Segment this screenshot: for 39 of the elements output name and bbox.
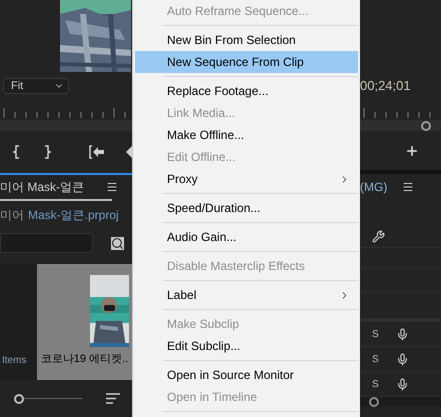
go-to-in-icon[interactable] (88, 145, 104, 159)
menu-item[interactable]: Open in Source Monitor (135, 364, 358, 386)
microphone-icon[interactable] (396, 328, 409, 340)
zoom-dropdown[interactable]: Fit (3, 78, 69, 94)
timecode: 00;24;01 (360, 77, 411, 96)
solo-button[interactable]: S (372, 326, 379, 342)
microphone-icon[interactable] (396, 378, 409, 390)
sort-lines-icon[interactable] (106, 393, 120, 404)
project-path: 미어 (0, 206, 24, 224)
panel-menu-icon[interactable] (106, 181, 118, 193)
scroll-bar[interactable] (360, 397, 441, 407)
menu-item[interactable]: New Bin From Selection (135, 29, 358, 51)
menu-item[interactable]: Audio Gain... (135, 226, 358, 248)
mark-out-icon[interactable] (42, 145, 51, 159)
menu-item[interactable]: New Sequence From Clip (135, 51, 358, 73)
clip-thumbnail-tile[interactable]: 코로나19 에티켓.. (37, 264, 132, 380)
menu-item[interactable]: Proxy (135, 168, 358, 190)
panel-tab-title[interactable]: 미어 Mask-얼큰 (0, 178, 84, 196)
menu-item[interactable]: Replace Footage... (135, 80, 358, 102)
microphone-icon[interactable] (396, 352, 409, 366)
items-label: Items (2, 354, 26, 368)
menu-item[interactable]: Label (135, 284, 358, 306)
search-field[interactable] (0, 233, 93, 253)
panel-menu-icon[interactable] (402, 181, 414, 193)
add-button-icon[interactable] (405, 144, 419, 158)
search-icon[interactable] (111, 236, 124, 250)
panel-tab-title[interactable]: (MG) (360, 178, 388, 196)
wrench-icon[interactable] (372, 230, 385, 243)
solo-button[interactable]: S (372, 376, 379, 392)
menu-item[interactable]: Speed/Duration... (135, 197, 358, 219)
zoom-slider-thumb[interactable] (14, 394, 24, 404)
step-back-icon[interactable] (126, 146, 132, 158)
scroll-bar[interactable] (360, 120, 441, 131)
menu-item[interactable]: Make Offline... (135, 124, 358, 146)
project-file-name: Mask-얼큰.prproj (28, 206, 119, 224)
menu-item[interactable]: Edit Subclip... (135, 335, 358, 357)
mark-in-icon[interactable] (13, 145, 21, 159)
clip-name: 코로나19 에티켓.. (40, 352, 128, 367)
solo-button[interactable]: S (372, 352, 379, 366)
